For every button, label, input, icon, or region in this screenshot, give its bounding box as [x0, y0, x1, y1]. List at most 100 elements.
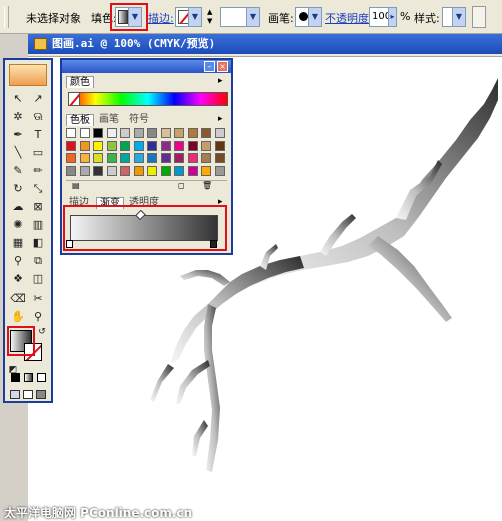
swatch[interactable]: [66, 140, 76, 151]
swatch[interactable]: [147, 140, 157, 151]
paintbrush-tool-icon[interactable]: ✎: [9, 162, 27, 179]
swatch[interactable]: [174, 140, 184, 151]
panel-menu-icon[interactable]: ▸: [218, 76, 223, 86]
graph-tool-icon[interactable]: ▥: [29, 216, 47, 233]
swatch[interactable]: [174, 153, 184, 163]
swatch[interactable]: [133, 128, 144, 138]
gradient-tool-icon[interactable]: ◧: [29, 234, 47, 251]
swatch[interactable]: [201, 128, 211, 138]
swap-fill-stroke-icon[interactable]: ↺: [35, 324, 49, 341]
swatch[interactable]: [214, 165, 225, 176]
swatch[interactable]: [201, 140, 211, 151]
scissors-tool-icon[interactable]: ✂: [29, 290, 47, 307]
type-tool-icon[interactable]: T: [29, 126, 47, 143]
swatch[interactable]: [79, 165, 90, 176]
full-screen-menu-mode-icon[interactable]: [23, 390, 33, 399]
scale-tool-icon[interactable]: ⤡: [29, 180, 47, 197]
tab-brushes[interactable]: 画笔: [96, 114, 122, 126]
rectangle-tool-icon[interactable]: ▭: [29, 144, 47, 161]
swatch[interactable]: [201, 165, 211, 176]
palette-title-bar[interactable]: – ×: [62, 60, 231, 73]
panel-menu-icon[interactable]: ▸: [218, 114, 223, 124]
swatch[interactable]: [214, 140, 225, 151]
swatch[interactable]: [93, 153, 103, 163]
tab-color[interactable]: 颜色: [66, 76, 94, 88]
style-dropdown[interactable]: ▼: [442, 7, 466, 27]
swatch[interactable]: [120, 140, 130, 151]
blend-tool-icon[interactable]: ⧉: [29, 252, 47, 269]
more-options-button[interactable]: [472, 6, 486, 28]
eyedropper-tool-icon[interactable]: ⚲: [9, 252, 27, 269]
selection-tool-icon[interactable]: ↖: [9, 90, 27, 107]
gradient-mode-icon[interactable]: [24, 373, 33, 382]
swatch[interactable]: [133, 165, 144, 176]
swatch[interactable]: [187, 153, 198, 163]
swatch[interactable]: [214, 128, 225, 138]
stroke-weight-stepper[interactable]: ▲ ▼: [205, 7, 219, 27]
swatch[interactable]: [79, 140, 90, 151]
tab-swatches[interactable]: 色板: [66, 114, 94, 126]
swatch[interactable]: [174, 128, 184, 138]
live-paint-tool-icon[interactable]: ❖: [9, 270, 27, 287]
mesh-tool-icon[interactable]: ▦: [9, 234, 27, 251]
opacity-field[interactable]: 100 ▸: [369, 7, 397, 27]
toolbar-grip[interactable]: [4, 6, 9, 28]
opacity-link[interactable]: 不透明度:: [325, 10, 373, 26]
swatch[interactable]: [174, 165, 184, 176]
stroke-swatch-dropdown[interactable]: ▼: [175, 7, 202, 27]
swatch[interactable]: [66, 128, 76, 138]
eraser-tool-icon[interactable]: ⌫: [9, 290, 27, 307]
swatch[interactable]: [93, 165, 103, 176]
direct-selection-tool-icon[interactable]: ↗: [29, 90, 47, 107]
swatch[interactable]: [160, 153, 171, 163]
brush-dropdown[interactable]: ▼: [295, 7, 322, 27]
swatch[interactable]: [160, 128, 171, 138]
swatch[interactable]: [214, 153, 225, 163]
swatch[interactable]: [93, 128, 103, 138]
full-screen-mode-icon[interactable]: [36, 390, 46, 399]
close-icon[interactable]: ×: [217, 61, 228, 72]
none-mode-icon[interactable]: [37, 373, 46, 382]
tab-symbols[interactable]: 符号: [126, 114, 152, 126]
magic-wand-tool-icon[interactable]: ✲: [9, 108, 27, 125]
swatch[interactable]: [93, 140, 103, 151]
trash-icon[interactable]: 🗑: [202, 181, 212, 190]
swatch[interactable]: [79, 128, 90, 138]
swatch[interactable]: [120, 153, 130, 163]
swatch[interactable]: [160, 165, 171, 176]
color-spectrum[interactable]: [68, 92, 228, 106]
swatch[interactable]: [120, 128, 130, 138]
swatch[interactable]: [187, 165, 198, 176]
warp-tool-icon[interactable]: ☁: [9, 198, 27, 215]
swatch[interactable]: [106, 153, 117, 163]
free-transform-tool-icon[interactable]: ⊠: [29, 198, 47, 215]
zoom-tool-icon[interactable]: ⚲: [29, 308, 47, 325]
swatch[interactable]: [201, 153, 211, 163]
lasso-tool-icon[interactable]: ଊ: [29, 108, 47, 125]
color-mode-icon[interactable]: [11, 373, 20, 382]
swatch[interactable]: [147, 153, 157, 163]
swatch[interactable]: [133, 140, 144, 151]
line-tool-icon[interactable]: ╲: [9, 144, 27, 161]
swatch[interactable]: [66, 153, 76, 163]
swatch[interactable]: [160, 140, 171, 151]
swatch[interactable]: [147, 165, 157, 176]
swatch[interactable]: [106, 165, 117, 176]
swatch[interactable]: [106, 128, 117, 138]
swatch[interactable]: [133, 153, 144, 163]
show-swatch-kinds-icon[interactable]: ▤: [72, 181, 80, 190]
stroke-weight-field[interactable]: ▼: [220, 7, 260, 27]
swatch[interactable]: [187, 128, 198, 138]
swatch[interactable]: [79, 153, 90, 163]
pen-tool-icon[interactable]: ✒: [9, 126, 27, 143]
stroke-link[interactable]: 描边:: [148, 10, 174, 26]
none-color-icon[interactable]: [68, 92, 80, 106]
new-swatch-icon[interactable]: ◻: [178, 181, 185, 190]
symbol-sprayer-tool-icon[interactable]: ✺: [9, 216, 27, 233]
swatch[interactable]: [147, 128, 157, 138]
swatch[interactable]: [187, 140, 198, 151]
minimize-icon[interactable]: –: [204, 61, 215, 72]
document-title-bar[interactable]: 图画.ai @ 100% (CMYK/预览): [28, 34, 502, 54]
hand-tool-icon[interactable]: ✋: [9, 308, 27, 325]
standard-screen-mode-icon[interactable]: [10, 390, 20, 399]
